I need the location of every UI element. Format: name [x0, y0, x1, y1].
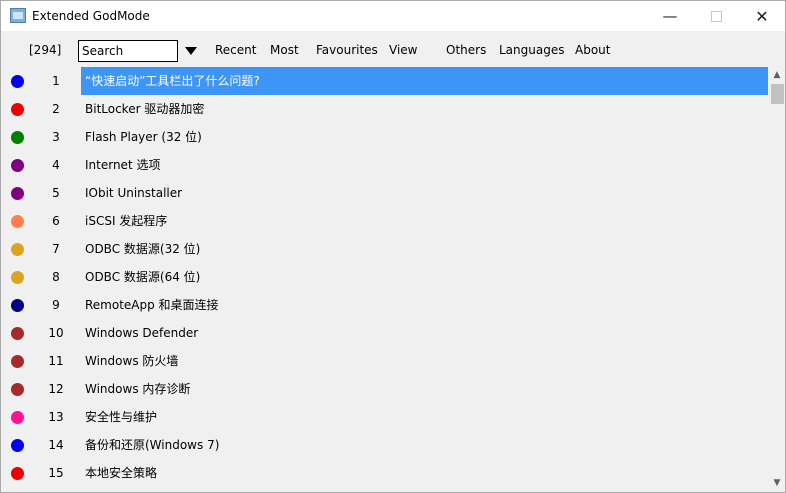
item-label: ODBC 数据源(32 位) — [85, 242, 201, 256]
item-number: 5 — [52, 186, 60, 200]
category-dot-icon — [11, 187, 24, 200]
app-window: Extended GodMode — ✕ [294] Recent Most F… — [0, 0, 786, 493]
app-icon — [10, 8, 26, 23]
list-item[interactable]: 8 ODBC 数据源(64 位) — [1, 263, 769, 291]
search-dropdown-icon[interactable] — [185, 47, 197, 55]
close-button[interactable]: ✕ — [739, 1, 785, 31]
menu-about[interactable]: About — [575, 43, 610, 57]
toolbar: [294] Recent Most Favourites View Others… — [1, 31, 785, 67]
scroll-down-icon[interactable]: ▼ — [769, 475, 785, 492]
list-item[interactable]: 9 RemoteApp 和桌面连接 — [1, 291, 769, 319]
maximize-button[interactable] — [693, 1, 739, 31]
item-number: 6 — [52, 214, 60, 228]
list-item[interactable]: 12 Windows 内存诊断 — [1, 375, 769, 403]
vertical-scrollbar[interactable]: ▲ ▼ — [769, 67, 785, 492]
close-icon: ✕ — [755, 6, 769, 26]
category-dot-icon — [11, 327, 24, 340]
item-label: Windows 内存诊断 — [85, 382, 191, 396]
list-item[interactable]: 2 BitLocker 驱动器加密 — [1, 95, 769, 123]
title-bar[interactable]: Extended GodMode — ✕ — [1, 1, 785, 31]
scroll-thumb[interactable] — [771, 84, 784, 104]
category-dot-icon — [11, 131, 24, 144]
item-number: 9 — [52, 298, 60, 312]
list-item[interactable]: 1 “快速启动”工具栏出了什么问题? — [1, 67, 769, 95]
list-item[interactable]: 11 Windows 防火墙 — [1, 347, 769, 375]
item-number: 3 — [52, 130, 60, 144]
item-number: 11 — [48, 354, 64, 368]
category-dot-icon — [11, 271, 24, 284]
list-item[interactable]: 14 备份和还原(Windows 7) — [1, 431, 769, 459]
item-number: 15 — [48, 466, 64, 480]
item-number: 1 — [52, 74, 60, 88]
category-dot-icon — [11, 243, 24, 256]
menu-recent[interactable]: Recent — [215, 43, 256, 57]
menu-others[interactable]: Others — [446, 43, 486, 57]
item-label: Windows 防火墙 — [85, 354, 179, 368]
item-label: Flash Player (32 位) — [85, 130, 202, 144]
menu-most[interactable]: Most — [270, 43, 299, 57]
list-item[interactable]: 5 IObit Uninstaller — [1, 179, 769, 207]
item-number: 10 — [48, 326, 64, 340]
item-label: RemoteApp 和桌面连接 — [85, 298, 219, 312]
category-dot-icon — [11, 103, 24, 116]
item-label: 本地安全策略 — [85, 466, 158, 480]
category-dot-icon — [11, 75, 24, 88]
menu-view[interactable]: View — [389, 43, 417, 57]
item-label: Internet 选项 — [85, 158, 161, 172]
category-dot-icon — [11, 355, 24, 368]
item-number: 4 — [52, 158, 60, 172]
item-label: iSCSI 发起程序 — [85, 214, 168, 228]
list-item[interactable]: 7 ODBC 数据源(32 位) — [1, 235, 769, 263]
category-dot-icon — [11, 467, 24, 480]
item-number: 8 — [52, 270, 60, 284]
menu-languages[interactable]: Languages — [499, 43, 564, 57]
list-item[interactable]: 13 安全性与维护 — [1, 403, 769, 431]
item-number: 13 — [48, 410, 64, 424]
category-dot-icon — [11, 383, 24, 396]
item-label: 安全性与维护 — [85, 410, 158, 424]
item-label: BitLocker 驱动器加密 — [85, 102, 205, 116]
item-count: [294] — [29, 43, 62, 57]
list-item[interactable]: 4 Internet 选项 — [1, 151, 769, 179]
tool-list[interactable]: 1 “快速启动”工具栏出了什么问题? 2 BitLocker 驱动器加密 3 Flash … — [1, 67, 769, 492]
maximize-icon — [710, 10, 722, 22]
window-title: Extended GodMode — [32, 9, 150, 23]
item-label: “快速启动”工具栏出了什么问题? — [85, 74, 260, 88]
list-item[interactable]: 6 iSCSI 发起程序 — [1, 207, 769, 235]
minimize-button[interactable]: — — [647, 1, 693, 31]
category-dot-icon — [11, 159, 24, 172]
list-item[interactable]: 3 Flash Player (32 位) — [1, 123, 769, 151]
category-dot-icon — [11, 411, 24, 424]
category-dot-icon — [11, 299, 24, 312]
category-dot-icon — [11, 215, 24, 228]
item-label: 备份和还原(Windows 7) — [85, 438, 220, 452]
menu-favourites[interactable]: Favourites — [316, 43, 378, 57]
list-item[interactable]: 10 Windows Defender — [1, 319, 769, 347]
search-input[interactable] — [78, 40, 178, 62]
minimize-icon: — — [662, 7, 678, 25]
category-dot-icon — [11, 439, 24, 452]
item-number: 12 — [48, 382, 64, 396]
scroll-up-icon[interactable]: ▲ — [769, 67, 785, 84]
list-item[interactable]: 15 本地安全策略 — [1, 459, 769, 487]
item-number: 7 — [52, 242, 60, 256]
item-number: 14 — [48, 438, 64, 452]
item-number: 2 — [52, 102, 60, 116]
item-label: IObit Uninstaller — [85, 186, 183, 200]
item-label: ODBC 数据源(64 位) — [85, 270, 201, 284]
item-label: Windows Defender — [85, 326, 199, 340]
